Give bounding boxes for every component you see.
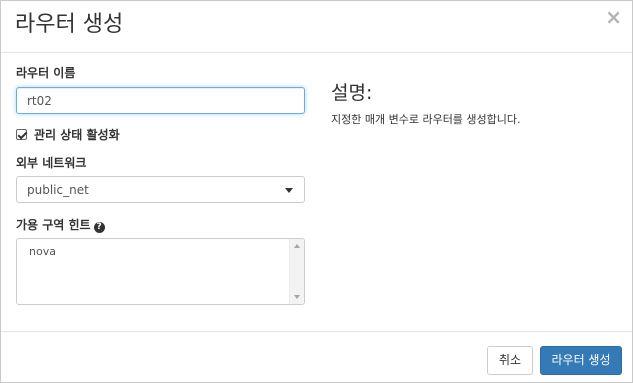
description-title: 설명:	[331, 82, 373, 104]
caret-down-icon	[285, 188, 293, 193]
modal-header: 라우터 생성 ×	[1, 1, 632, 53]
admin-state-checkbox[interactable]	[16, 129, 28, 140]
router-name-input[interactable]	[16, 87, 305, 114]
create-router-button[interactable]: 라우터 생성	[540, 346, 622, 375]
scroll-up-arrow-icon[interactable]	[294, 244, 300, 248]
router-name-label: 라우터 이름	[16, 66, 76, 80]
external-network-label: 외부 네트워크	[16, 156, 87, 170]
external-network-value: public_net	[27, 183, 89, 197]
availability-zone-label-row: 가용 구역 힌트?	[16, 217, 105, 233]
cancel-button[interactable]: 취소	[487, 346, 533, 375]
availability-zone-option[interactable]: nova	[29, 245, 56, 258]
description-text: 지정한 매개 변수로 라우터를 생성합니다.	[331, 113, 521, 126]
scroll-down-arrow-icon[interactable]	[294, 295, 300, 299]
close-icon[interactable]: ×	[605, 7, 622, 27]
listbox-scrollbar[interactable]	[289, 239, 304, 304]
modal-footer: 취소 라우터 생성	[1, 331, 632, 383]
question-circle-icon[interactable]: ?	[93, 222, 105, 233]
availability-zone-label: 가용 구역 힌트	[16, 218, 91, 232]
admin-state-label: 관리 상태 활성화	[34, 128, 120, 142]
availability-zone-listbox[interactable]: nova	[16, 238, 305, 305]
modal-title: 라우터 생성	[15, 12, 124, 37]
external-network-select[interactable]: public_net	[16, 176, 305, 203]
create-router-dialog: 라우터 생성 × 라우터 이름 관리 상태 활성화 외부 네트워크 public…	[0, 0, 633, 383]
check-icon	[17, 129, 28, 140]
